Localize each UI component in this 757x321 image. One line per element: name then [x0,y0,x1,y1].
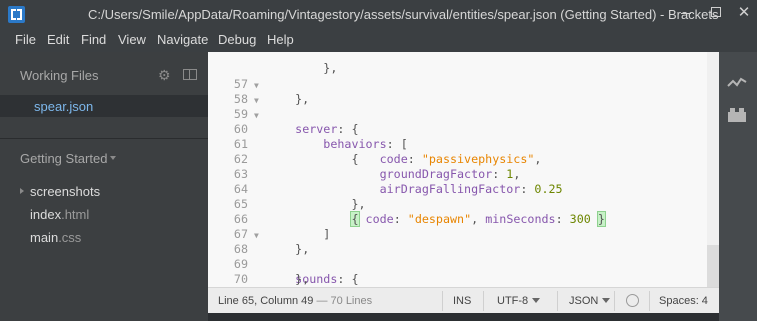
menu-bar: File Edit Find View Navigate Debug Help [0,28,757,52]
tree-item-name: main [30,230,59,245]
tree-item-name: index [30,207,62,222]
code-line-59: 59 ▼ behaviors: [ [208,92,708,151]
close-button[interactable]: ✕ [730,0,757,24]
status-divider [483,291,484,311]
code-line-70: 70 } [208,257,708,286]
status-divider [649,291,650,311]
code-line: }, [267,61,338,75]
code-line-66: 66 ] [208,197,708,241]
insert-mode-toggle[interactable]: INS [453,295,471,307]
bottom-strip [208,313,719,321]
code-line-63: 63 airDragFallingFactor: 0.25 [208,152,708,196]
code-line-65: 65 { code: "despawn", minSeconds: 300 } [208,182,708,227]
menu-debug[interactable]: Debug [218,32,256,47]
folder-expand-icon[interactable] [20,188,24,194]
status-bar: Line 65, Column 49 — 70 Lines INS UTF-8 … [208,287,719,313]
working-file-item[interactable]: spear.json [0,95,208,117]
tree-item-name: screenshots [30,184,101,199]
chevron-down-icon [532,298,541,303]
brackets-logo-icon [8,6,25,23]
maximize-button[interactable] [702,0,730,24]
tree-folder-screenshots[interactable]: screenshots [30,184,100,199]
fold-arrow-icon[interactable]: ▼ [254,78,259,93]
project-dropdown[interactable]: Getting Started [20,151,107,166]
sidebar-divider [0,138,208,139]
fold-arrow-icon[interactable]: ▼ [254,93,259,108]
code-line-57: 57 }, [208,62,708,106]
code-line-62: 62 groundDragFactor: 1, [208,137,708,181]
menu-file[interactable]: File [15,32,36,47]
code-line-69: 69 }, [208,242,708,286]
line-number: 70 [233,272,248,286]
cursor-position[interactable]: Line 65, Column 49 — 70 Lines [218,295,372,307]
menu-edit[interactable]: Edit [47,32,69,47]
right-toolbar [719,52,757,321]
working-files-header: Working Files [20,68,99,83]
encoding-dropdown[interactable]: UTF-8 [497,295,541,307]
code-line-58: 58 ▼ server: { [208,77,708,136]
status-divider [442,291,443,311]
fold-arrow-icon[interactable]: ▼ [254,228,259,243]
minimize-button[interactable] [672,0,700,24]
indent-spaces[interactable]: Spaces: 4 [659,295,708,307]
status-divider [557,291,558,311]
status-divider [614,291,615,311]
chevron-down-icon[interactable] [110,156,116,160]
language-dropdown[interactable]: JSON [569,295,611,307]
code-editor[interactable]: }, 57 }, 58 ▼ server: { 59 ▼ behaviors: … [208,52,719,287]
title-bar: C:/Users/Smile/AppData/Roaming/Vintagest… [0,0,757,28]
tree-file-index[interactable]: index.html [30,207,89,222]
sidebar: Working Files ⚙ spear.json Getting Start… [0,52,208,321]
menu-view[interactable]: View [118,32,146,47]
menu-help[interactable]: Help [267,32,294,47]
chevron-down-icon [602,298,611,303]
code-line-61: 61 code: "passivephysics", [208,122,708,166]
tree-file-main[interactable]: main.css [30,230,81,245]
linter-status-icon[interactable] [626,294,639,307]
gear-icon[interactable]: ⚙ [158,68,172,82]
code-line-60: 60 ▼ { [208,107,708,166]
menu-find[interactable]: Find [81,32,106,47]
code-line-68: 68 ▼ sounds: { [208,227,708,286]
split-view-icon[interactable] [183,69,197,80]
live-preview-icon[interactable] [727,75,747,91]
extension-manager-icon[interactable] [727,107,747,123]
line-count: — 70 Lines [316,295,373,307]
tree-item-ext: .html [61,207,90,222]
menu-navigate[interactable]: Navigate [157,32,208,47]
tree-item-ext: .css [58,230,82,245]
window-title: C:/Users/Smile/AppData/Roaming/Vintagest… [88,7,719,22]
working-file-name: spear.json [34,99,94,114]
scrollbar-thumb[interactable] [707,245,719,287]
fold-arrow-icon[interactable]: ▼ [254,108,259,123]
code-line-64: 64 }, [208,167,708,211]
code-line-67: 67 }, [208,212,708,256]
